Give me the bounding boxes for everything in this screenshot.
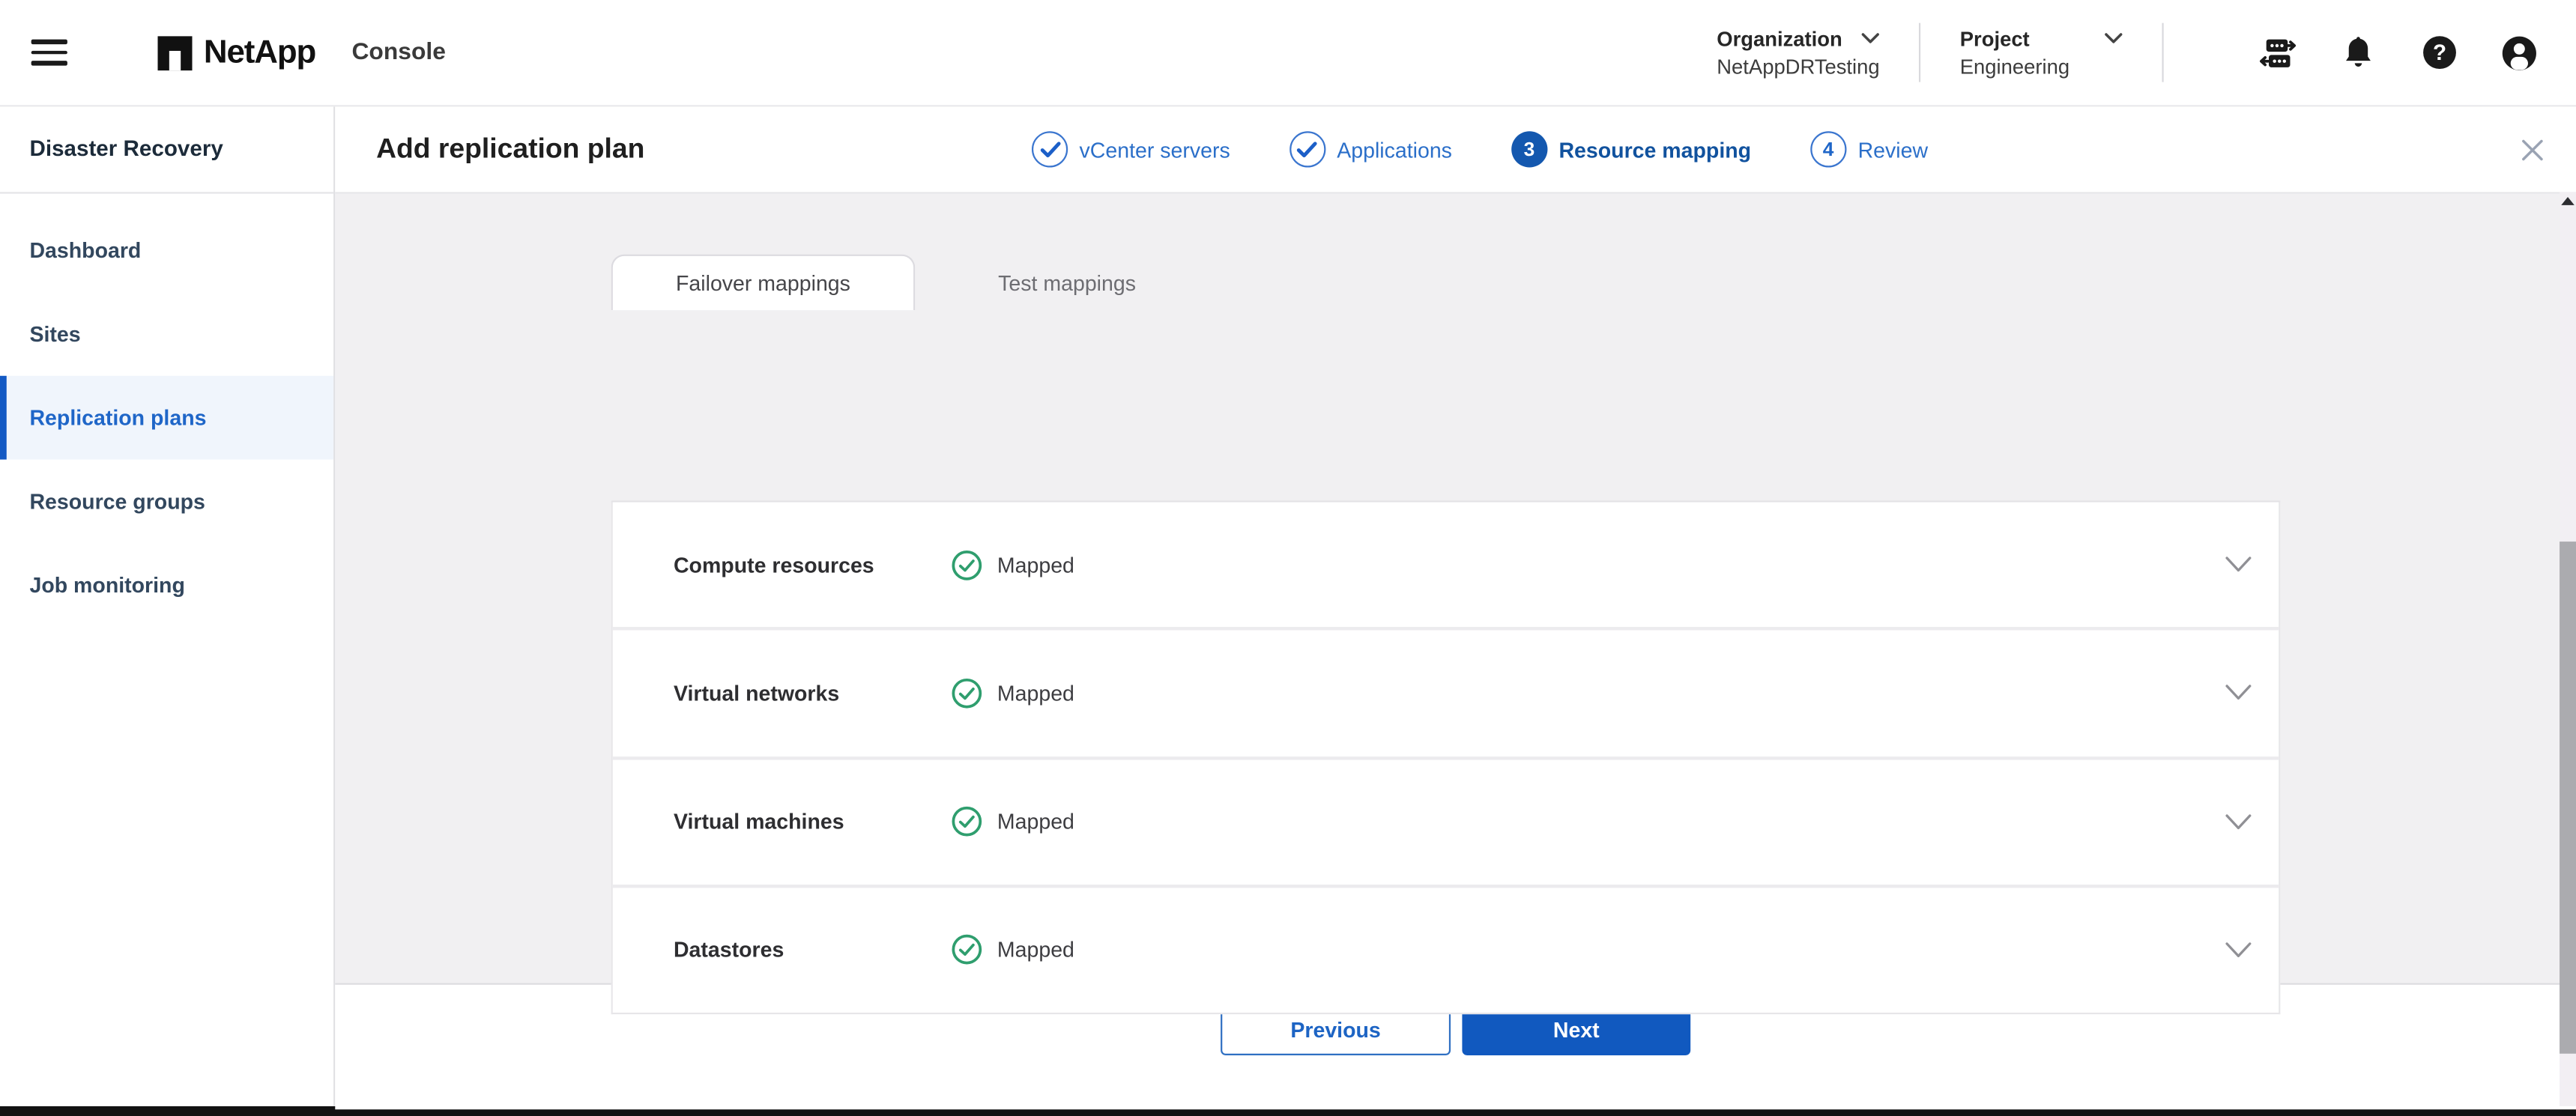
step-vcenter-servers[interactable]: vCenter servers bbox=[1032, 131, 1230, 167]
top-bar-right: Organization NetAppDRTesting Project Eng… bbox=[1717, 23, 2576, 82]
mapping-row-compute-resources[interactable]: Compute resources Mapped bbox=[613, 503, 2279, 628]
sidebar-header: Disaster Recovery bbox=[0, 106, 333, 193]
mapped-check-icon bbox=[952, 935, 983, 966]
scrollbar-up-arrow-icon[interactable] bbox=[2561, 197, 2575, 205]
project-label: Project bbox=[1960, 27, 2030, 50]
sidebar-item-sites[interactable]: Sites bbox=[0, 292, 333, 376]
step-applications[interactable]: Applications bbox=[1289, 131, 1452, 167]
top-bar: NetApp Console Organization NetAppDRTest… bbox=[0, 0, 2576, 106]
step-complete-check-icon bbox=[1289, 131, 1325, 167]
netapp-logo-mark bbox=[157, 35, 192, 70]
divider bbox=[2162, 23, 2163, 82]
mapped-check-icon bbox=[952, 806, 983, 837]
main-area: Add replication plan vCenter servers App… bbox=[335, 106, 2576, 1106]
wizard-stepper: vCenter servers Applications 3 Resource … bbox=[1032, 106, 1928, 192]
mapping-tabs: Failover mappings Test mappings bbox=[611, 255, 1219, 311]
chevron-down-icon[interactable] bbox=[2225, 685, 2252, 702]
mapping-row-virtual-machines[interactable]: Virtual machines Mapped bbox=[613, 756, 2279, 884]
chevron-down-icon bbox=[1861, 33, 1879, 44]
help-icon[interactable]: ? bbox=[2420, 34, 2458, 71]
page-title: Add replication plan bbox=[376, 133, 644, 166]
sidebar-item-resource-groups[interactable]: Resource groups bbox=[0, 460, 333, 544]
tab-test-mappings[interactable]: Test mappings bbox=[915, 255, 1219, 311]
sidebar-item-job-monitoring[interactable]: Job monitoring bbox=[0, 543, 333, 627]
mapping-row-datastores[interactable]: Datastores Mapped bbox=[613, 885, 2279, 1013]
organization-selector[interactable]: Organization NetAppDRTesting bbox=[1717, 27, 1879, 78]
hamburger-menu-icon[interactable] bbox=[31, 40, 67, 66]
vertical-scrollbar[interactable] bbox=[2560, 192, 2576, 1106]
step-complete-check-icon bbox=[1032, 131, 1068, 167]
organization-value: NetAppDRTesting bbox=[1717, 55, 1879, 78]
sidebar-item-replication-plans[interactable]: Replication plans bbox=[0, 376, 333, 460]
svg-text:?: ? bbox=[2432, 40, 2446, 65]
status-text: Mapped bbox=[997, 681, 1074, 706]
chevron-down-icon[interactable] bbox=[2225, 557, 2252, 573]
notifications-bell-icon[interactable] bbox=[2339, 34, 2377, 71]
chevron-down-icon bbox=[2105, 33, 2123, 44]
project-selector[interactable]: Project Engineering bbox=[1960, 27, 2123, 78]
account-icon[interactable] bbox=[2500, 34, 2538, 71]
sidebar: Disaster Recovery Dashboard Sites Replic… bbox=[0, 106, 335, 1106]
step-resource-mapping[interactable]: 3 Resource mapping bbox=[1511, 131, 1751, 167]
wizard-content: Failover mappings Test mappings Compute … bbox=[335, 194, 2576, 983]
chevron-down-icon[interactable] bbox=[2225, 813, 2252, 830]
mappings-panel: Compute resources Mapped bbox=[611, 500, 2281, 1014]
status-text: Mapped bbox=[997, 810, 1074, 834]
chevron-down-icon[interactable] bbox=[2225, 941, 2252, 958]
scrollbar-thumb[interactable] bbox=[2560, 542, 2576, 1054]
product-name: Console bbox=[351, 40, 445, 66]
data-transfer-icon[interactable] bbox=[2259, 34, 2297, 71]
sidebar-item-dashboard[interactable]: Dashboard bbox=[0, 208, 333, 292]
divider bbox=[1919, 23, 1920, 82]
project-value: Engineering bbox=[1960, 55, 2123, 78]
mapping-row-virtual-networks[interactable]: Virtual networks Mapped bbox=[613, 628, 2279, 756]
netapp-logo-text: NetApp bbox=[204, 34, 315, 71]
mapped-check-icon bbox=[952, 549, 983, 580]
close-icon[interactable] bbox=[2517, 135, 2546, 164]
mapped-check-icon bbox=[952, 678, 983, 709]
step-review[interactable]: 4 Review bbox=[1810, 131, 1928, 167]
step-number-badge: 4 bbox=[1810, 131, 1846, 167]
organization-label: Organization bbox=[1717, 27, 1842, 50]
wizard-header: Add replication plan vCenter servers App… bbox=[335, 106, 2576, 193]
netapp-console-app: NetApp Console Organization NetAppDRTest… bbox=[0, 0, 2576, 1116]
netapp-logo: NetApp bbox=[157, 34, 315, 71]
status-text: Mapped bbox=[997, 938, 1074, 962]
tab-failover-mappings[interactable]: Failover mappings bbox=[611, 255, 916, 311]
step-number-badge: 3 bbox=[1511, 131, 1547, 167]
status-text: Mapped bbox=[997, 553, 1074, 577]
